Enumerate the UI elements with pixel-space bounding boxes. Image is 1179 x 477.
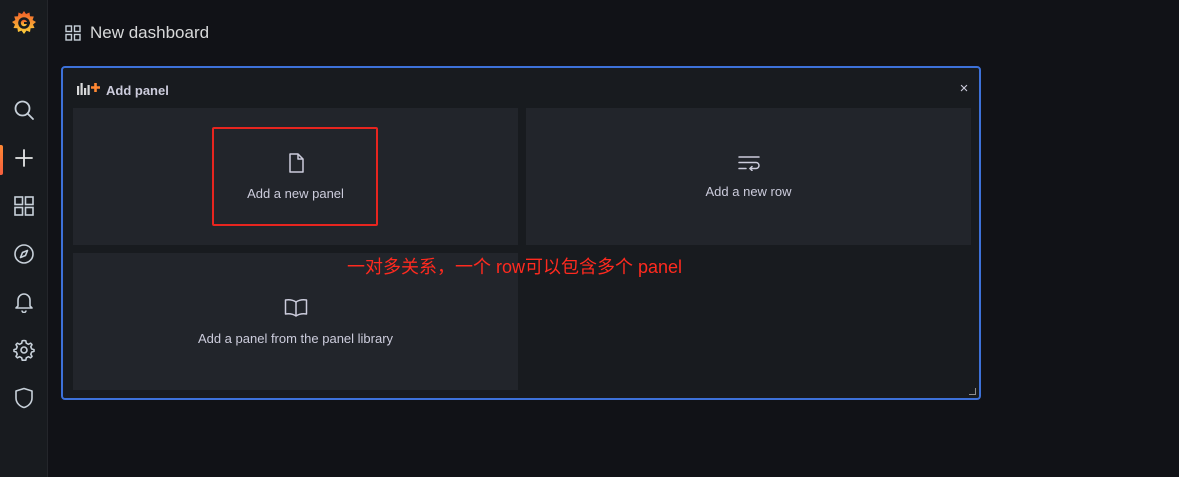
add-panel-from-library-label: Add a panel from the panel library <box>197 330 394 346</box>
sidebar-item-explore[interactable] <box>0 239 47 273</box>
sidebar-item-search[interactable] <box>0 95 47 129</box>
add-new-row-button[interactable]: Add a new row <box>526 108 971 245</box>
grafana-logo-button[interactable] <box>0 8 47 42</box>
book-icon <box>284 298 308 323</box>
add-panel-widget: Add panel × Add a new panel Add a new ro… <box>61 66 981 400</box>
alerting-bell-icon <box>14 291 34 318</box>
add-panel-title: Add panel <box>106 82 169 98</box>
sidebar-item-alerting[interactable] <box>0 287 47 321</box>
sidebar-item-server-admin[interactable] <box>0 383 47 417</box>
dashboard-header: New dashboard <box>48 0 1179 64</box>
sidebar-item-dashboards[interactable] <box>0 191 47 225</box>
configuration-gear-icon <box>12 339 35 366</box>
sidebar-item-create[interactable] <box>0 143 47 177</box>
search-icon <box>13 99 35 126</box>
sidebar <box>0 0 48 477</box>
close-button[interactable]: × <box>957 81 971 96</box>
dashboard-title[interactable]: New dashboard <box>90 22 209 44</box>
row-icon <box>737 155 760 176</box>
add-new-panel-button[interactable]: Add a new panel <box>73 108 518 245</box>
plus-icon <box>14 148 34 173</box>
add-panel-icon <box>77 81 101 100</box>
sidebar-item-configuration[interactable] <box>0 335 47 369</box>
resize-handle[interactable] <box>969 388 976 395</box>
grafana-logo-icon <box>11 9 37 42</box>
annotation-text: 一对多关系，一个 row可以包含多个 panel <box>347 257 683 277</box>
dashboards-grid-icon <box>13 195 34 221</box>
server-admin-shield-icon <box>14 387 34 414</box>
add-new-panel-label: Add a new panel <box>247 185 344 201</box>
add-panel-header: Add panel <box>77 80 169 100</box>
grafana-app: New dashboard Add panel × Add a new pane… <box>0 0 1179 477</box>
dashboard-grid-icon <box>65 25 81 46</box>
file-icon <box>287 152 305 178</box>
add-new-row-label: Add a new row <box>705 183 792 199</box>
explore-compass-icon <box>13 243 35 270</box>
